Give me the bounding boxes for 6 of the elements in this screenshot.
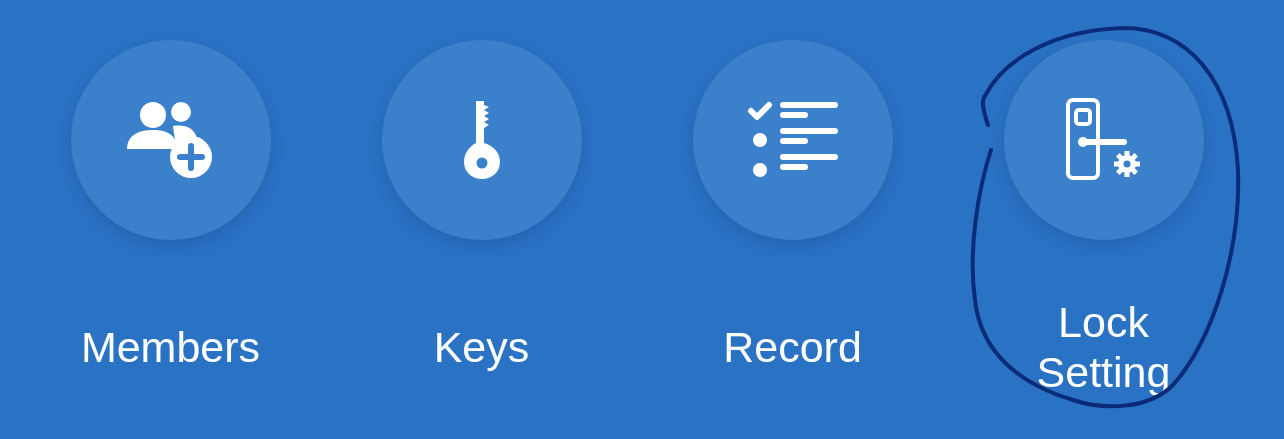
action-label: Record (723, 322, 862, 372)
action-label: Members (80, 322, 261, 372)
key-icon (461, 99, 502, 181)
action-label: Lock Setting (1036, 297, 1171, 397)
action-label: Keys (433, 322, 530, 372)
checklist-icon (746, 101, 839, 179)
